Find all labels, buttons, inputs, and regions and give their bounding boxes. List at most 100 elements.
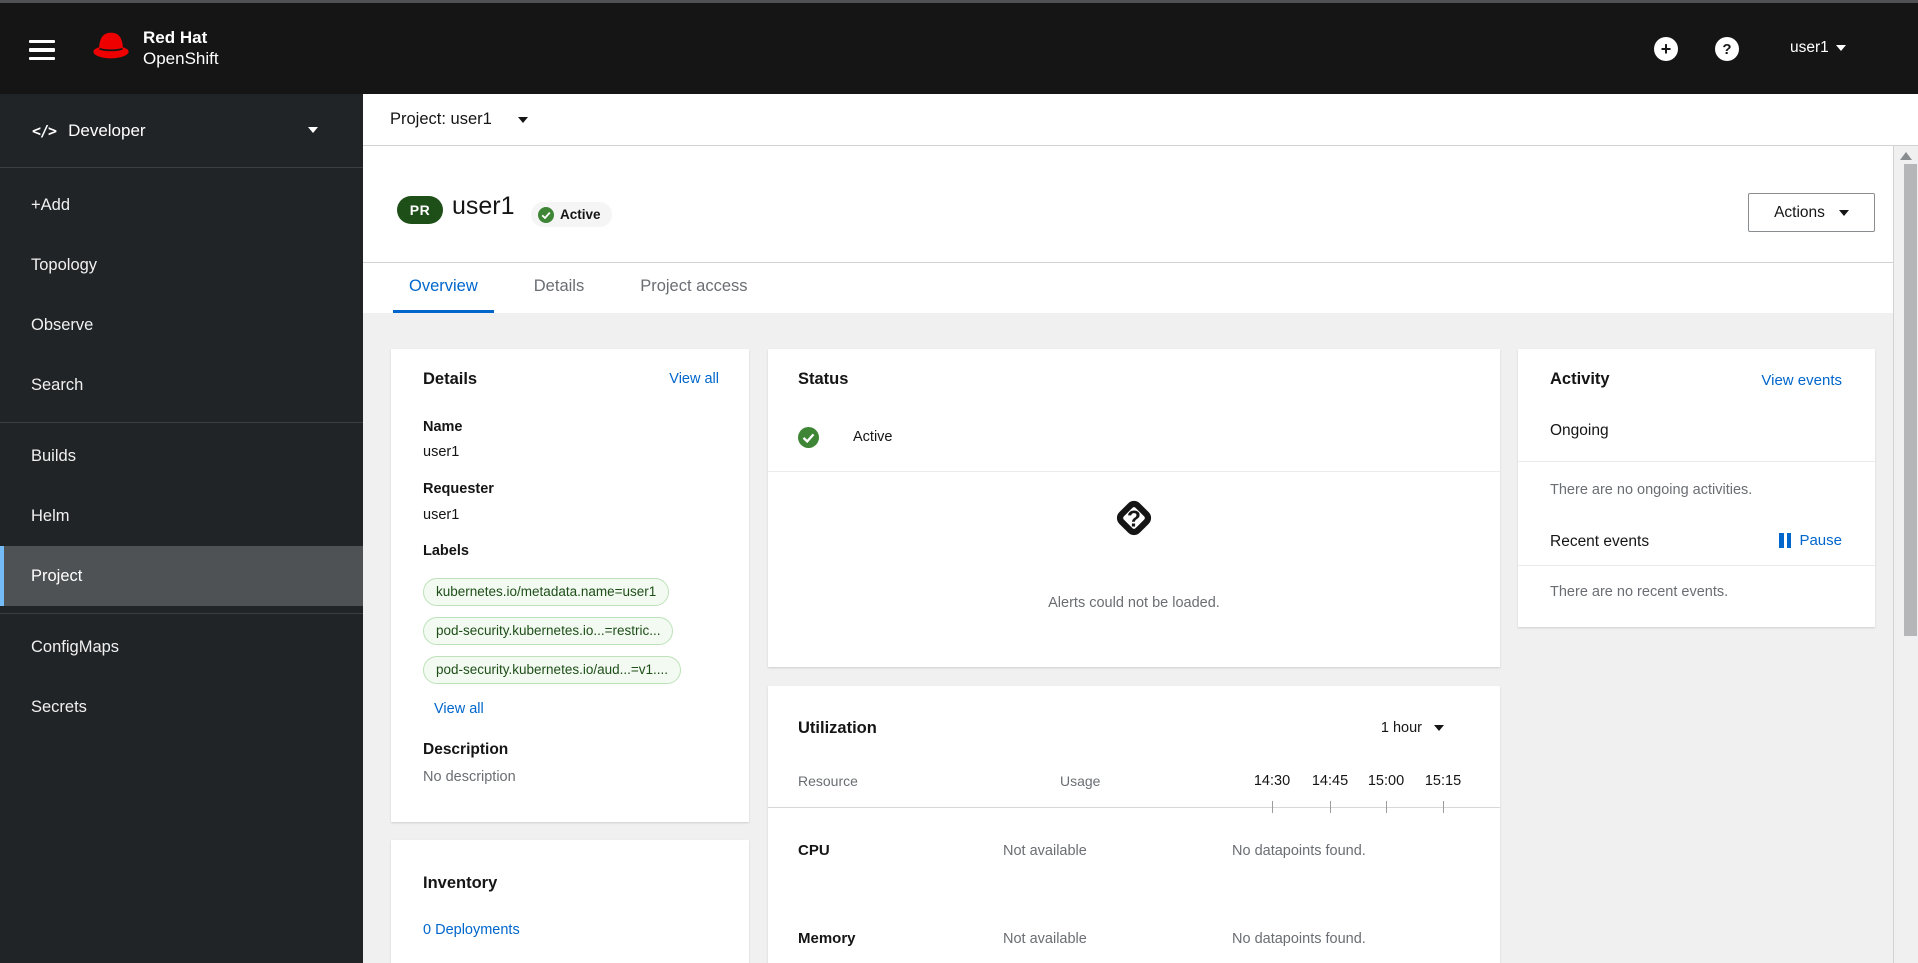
unknown-state-icon: ? [768,489,1500,552]
duration-label: 1 hour [1380,720,1422,736]
status-badge-label: Active [560,207,601,222]
redhat-fedora-icon [89,28,133,69]
status-card: Status Active ? Alerts could not be load… [768,349,1500,667]
page-heading: PR user1 Active Actions [363,146,1893,263]
project-selector[interactable]: Project: user1 [390,110,528,129]
project-resource-badge: PR [397,196,443,224]
axis-tick [1272,801,1273,813]
label-chip[interactable]: kubernetes.io/metadata.name=user1 [423,578,670,606]
tab-project-access[interactable]: Project access [624,263,763,313]
duration-dropdown[interactable]: 1 hour [1381,720,1444,736]
pause-events-button[interactable]: Pause [1779,532,1842,549]
recent-events-heading: Recent events [1550,533,1650,550]
sidebar-item-builds[interactable]: Builds [0,426,363,486]
brand-line1: Red Hat [143,28,208,47]
status-badge: Active [531,202,612,227]
axis-tick [1443,801,1444,813]
details-card-title: Details [423,370,478,388]
chevron-down-icon [517,116,528,123]
chart-axis-line [768,807,1500,808]
labels-heading: Labels [423,543,469,559]
utilization-card-title: Utilization [798,719,877,737]
project-selector-label: Project: user1 [390,110,492,128]
inventory-card: Inventory 0 Deployments [391,840,749,963]
details-view-all-link[interactable]: View all [669,371,719,387]
sidebar-item-observe[interactable]: Observe [0,295,363,355]
description-value: No description [423,769,516,785]
time-tick-label: 15:15 [1424,773,1462,789]
resource-column-header: Resource [798,773,858,789]
status-card-title: Status [798,370,849,388]
scroll-up-arrow-icon[interactable] [1900,152,1912,160]
ongoing-heading: Ongoing [1550,422,1609,439]
usage-value: Not available [1003,931,1087,947]
name-value: user1 [423,444,460,460]
user-menu[interactable]: user1 [1790,39,1846,57]
chevron-down-icon [1838,209,1849,216]
code-icon: </> [32,121,57,140]
time-tick-label: 14:30 [1253,773,1291,789]
actions-label: Actions [1774,203,1825,221]
perspective-label: Developer [68,120,146,140]
label-chip[interactable]: pod-security.kubernetes.io...=restric... [423,617,674,645]
brand-logo[interactable]: Red Hat OpenShift [89,27,219,69]
inventory-card-title: Inventory [423,874,498,892]
pause-label: Pause [1799,532,1842,549]
alerts-empty-message: Alerts could not be loaded. [1048,595,1220,611]
sidebar-nav: </> Developer +Add Topology Observe Sear… [0,94,363,963]
tab-details[interactable]: Details [518,263,600,313]
tab-bar: Overview Details Project access [363,263,1893,313]
ongoing-empty-message: There are no ongoing activities. [1550,482,1753,498]
sidebar-item-project[interactable]: Project [0,546,363,606]
axis-tick [1330,801,1331,813]
resource-name: Memory [798,930,856,947]
perspective-switcher[interactable]: </> Developer [0,94,363,168]
activity-card-title: Activity [1550,370,1610,388]
scrollbar-thumb[interactable] [1904,164,1917,636]
add-plus-circle-icon[interactable]: + [1654,37,1678,61]
user-menu-label: user1 [1790,39,1829,56]
activity-card: Activity View events Ongoing There are n… [1518,349,1875,627]
deployments-link[interactable]: 0 Deployments [423,922,520,938]
sidebar-item-secrets[interactable]: Secrets [0,677,363,737]
chevron-down-icon [308,127,318,133]
actions-dropdown-button[interactable]: Actions [1748,193,1875,232]
nav-toggle-icon[interactable] [22,29,64,71]
time-tick-label: 15:00 [1367,773,1405,789]
svg-text:?: ? [1127,505,1141,531]
utilization-card: Utilization 1 hour Resource Usage 14:30 … [768,686,1500,963]
usage-value: Not available [1003,843,1087,859]
details-card: Details View all Name user1 Requester us… [391,349,749,822]
help-question-circle-icon[interactable]: ? [1715,37,1739,61]
resource-name: CPU [798,842,830,859]
datapoints-message: No datapoints found. [1232,931,1366,947]
sidebar-item-helm[interactable]: Helm [0,486,363,546]
status-active-label: Active [853,429,893,445]
description-label: Description [423,741,509,758]
view-events-link[interactable]: View events [1761,372,1842,389]
card-divider [1518,565,1875,566]
sidebar-item-search[interactable]: Search [0,355,363,415]
sidebar-item-add[interactable]: +Add [0,175,363,235]
axis-tick [1386,801,1387,813]
card-divider [1518,461,1875,462]
sidebar-item-configmaps[interactable]: ConfigMaps [0,617,363,677]
check-circle-icon [798,427,819,448]
name-label: Name [423,419,463,435]
usage-column-header: Usage [1060,773,1101,789]
requester-label: Requester [423,481,494,497]
card-divider [768,471,1500,472]
tab-overview[interactable]: Overview [393,263,494,313]
label-chip[interactable]: pod-security.kubernetes.io/aud...=v1.... [423,656,682,684]
check-circle-icon [538,206,554,223]
vertical-scrollbar[interactable] [1893,146,1918,963]
datapoints-message: No datapoints found. [1232,843,1366,859]
project-context-bar: Project: user1 [363,94,1918,146]
requester-value: user1 [423,507,460,523]
labels-view-all-link[interactable]: View all [434,701,484,717]
chevron-down-icon [1434,725,1444,731]
sidebar-item-topology[interactable]: Topology [0,235,363,295]
time-tick-label: 14:45 [1311,773,1349,789]
pause-icon [1779,533,1792,548]
brand-line2: OpenShift [143,49,219,68]
